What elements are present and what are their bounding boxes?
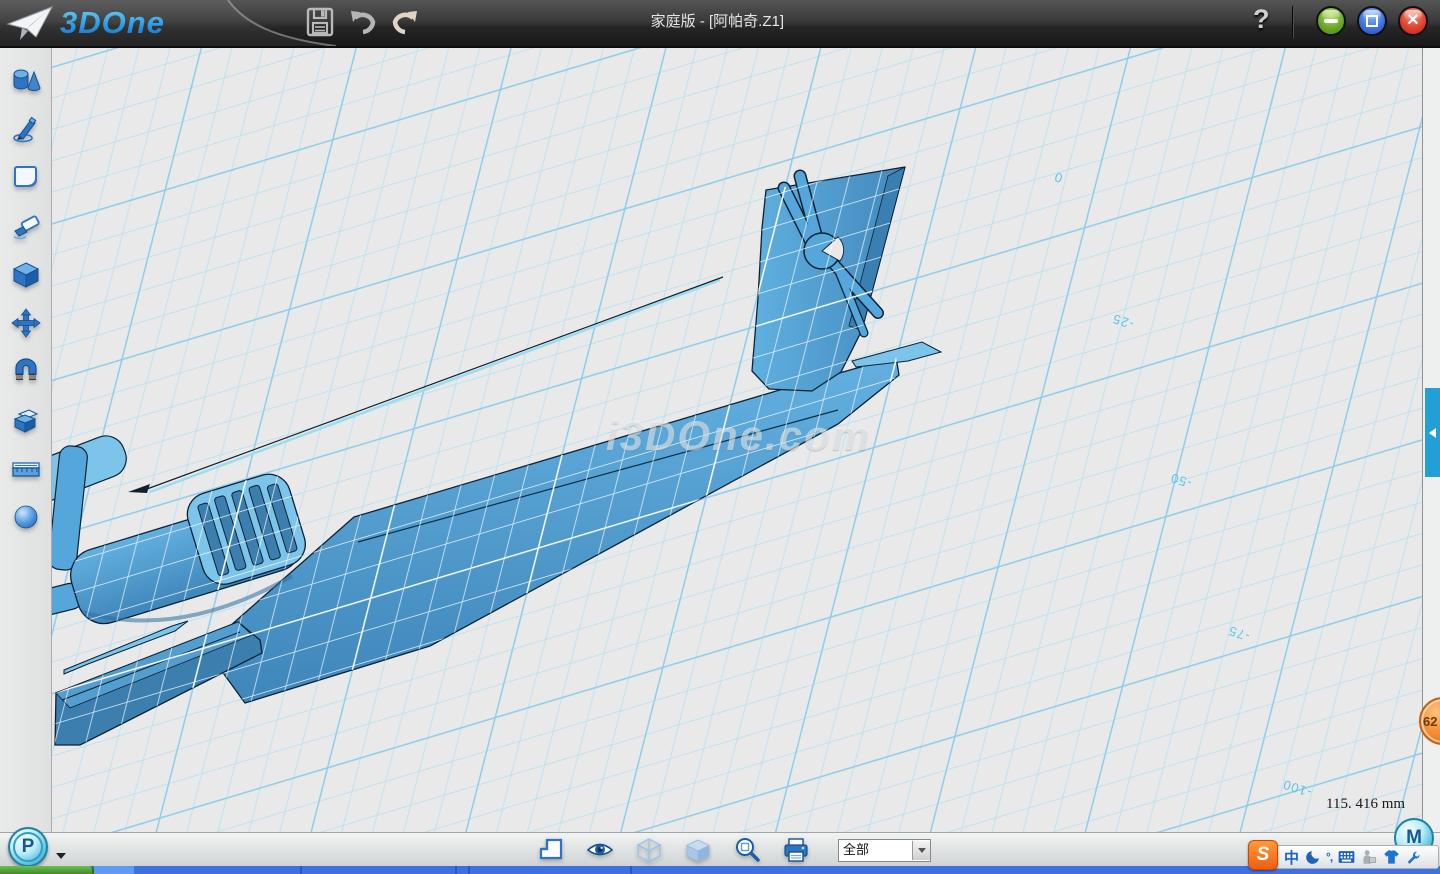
expand-arrow[interactable] [56,853,66,859]
sidebar-item-move[interactable] [0,299,51,348]
close-icon: ✕ [1406,13,1419,29]
ime-halfwidth-toggle[interactable] [1305,847,1320,867]
paper-plane-icon [6,4,54,42]
settings-wrench-icon [1406,850,1421,865]
window-title: 家庭版 - [阿帕奇.Z1] [651,0,784,46]
filter-value: 全部 [839,840,912,860]
redo-icon[interactable] [391,7,419,37]
badge-ring [13,832,43,862]
close-button[interactable]: ✕ [1398,6,1428,36]
taskbar-separator [300,866,302,874]
zoom-search-icon[interactable] [734,837,760,863]
panel-collapse-handle[interactable] [1425,388,1440,477]
help-button[interactable]: ? [1253,4,1270,35]
taskbar-separator [630,866,632,874]
sidebar-item-feature[interactable] [0,250,51,299]
sidebar-item-measure[interactable] [0,445,51,494]
viewport-3d[interactable] [0,0,1440,874]
wireframe-cube-icon[interactable] [636,837,662,863]
ime-punctuation-toggle[interactable]: °, [1326,847,1332,867]
ime-softkeyboard[interactable] [1338,847,1355,867]
sidebar-item-material[interactable] [0,493,51,542]
sogou-logo[interactable]: S [1248,840,1278,870]
travel-icon [1361,849,1377,865]
status-toolbar: P [0,832,1440,867]
ime-travel-mode[interactable] [1361,847,1377,867]
tool-sidebar [0,46,52,832]
ime-chinese-mode[interactable]: 中 [1284,847,1299,867]
minimize-button[interactable] [1316,6,1346,36]
chevron-down-icon [918,848,926,853]
sidebar-item-surface[interactable] [0,153,51,202]
restore-button[interactable] [1357,6,1387,36]
keyboard-icon [1338,850,1355,864]
half-moon-icon [1305,850,1320,865]
taskbar-separator [455,866,457,874]
taskbar-quicklaunch[interactable] [94,866,134,874]
sidebar-item-primitives[interactable] [0,56,51,105]
print-icon[interactable] [783,837,809,863]
titlebar: 3DOne 家庭版 - [阿帕奇.Z1] ? ✕ [0,0,1440,48]
taskbar-separator [468,866,470,874]
ime-settings[interactable] [1406,847,1421,867]
sketch-surface-icon [11,162,41,192]
sketch-pen-icon [11,114,41,144]
measurement-readout: 115. 416 mm [1326,796,1405,813]
dropdown-button[interactable] [912,841,930,860]
feature-cube-icon [11,260,41,290]
cplane-icon[interactable] [538,837,564,863]
sidebar-item-combine[interactable] [0,396,51,445]
measure-ruler-icon [11,454,41,484]
minus-icon [1324,19,1338,23]
taskbar-start-button[interactable] [0,866,94,874]
sketch-edit-eraser-icon [11,211,41,241]
chevron-left-icon [1429,428,1436,438]
save-icon[interactable] [306,7,334,37]
sidebar-item-sketch-edit[interactable] [0,202,51,251]
restore-icon [1366,15,1378,27]
titlebar-divider [1292,6,1293,38]
display-filter-select[interactable]: 全部 [838,839,931,862]
mini-toolbar-p-badge[interactable]: P [8,827,48,867]
os-taskbar [0,866,1440,874]
undo-icon[interactable] [349,7,377,37]
ime-skin[interactable] [1383,847,1400,867]
primitives-icon [11,65,41,95]
app-logo: 3DOne [6,4,165,42]
shaded-cube-icon[interactable] [685,837,711,863]
material-sphere-icon [11,503,41,533]
sidebar-item-sketch[interactable] [0,105,51,154]
ime-toolbar: S 中 °, [1253,845,1439,869]
skin-tshirt-icon [1383,849,1400,865]
magnet-snap-icon [11,357,41,387]
move-arrows-icon [11,308,41,338]
brand-name: 3DOne [60,5,165,41]
visibility-eye-icon[interactable] [587,837,613,863]
sidebar-item-snap[interactable] [0,348,51,397]
combine-box-icon [11,405,41,435]
